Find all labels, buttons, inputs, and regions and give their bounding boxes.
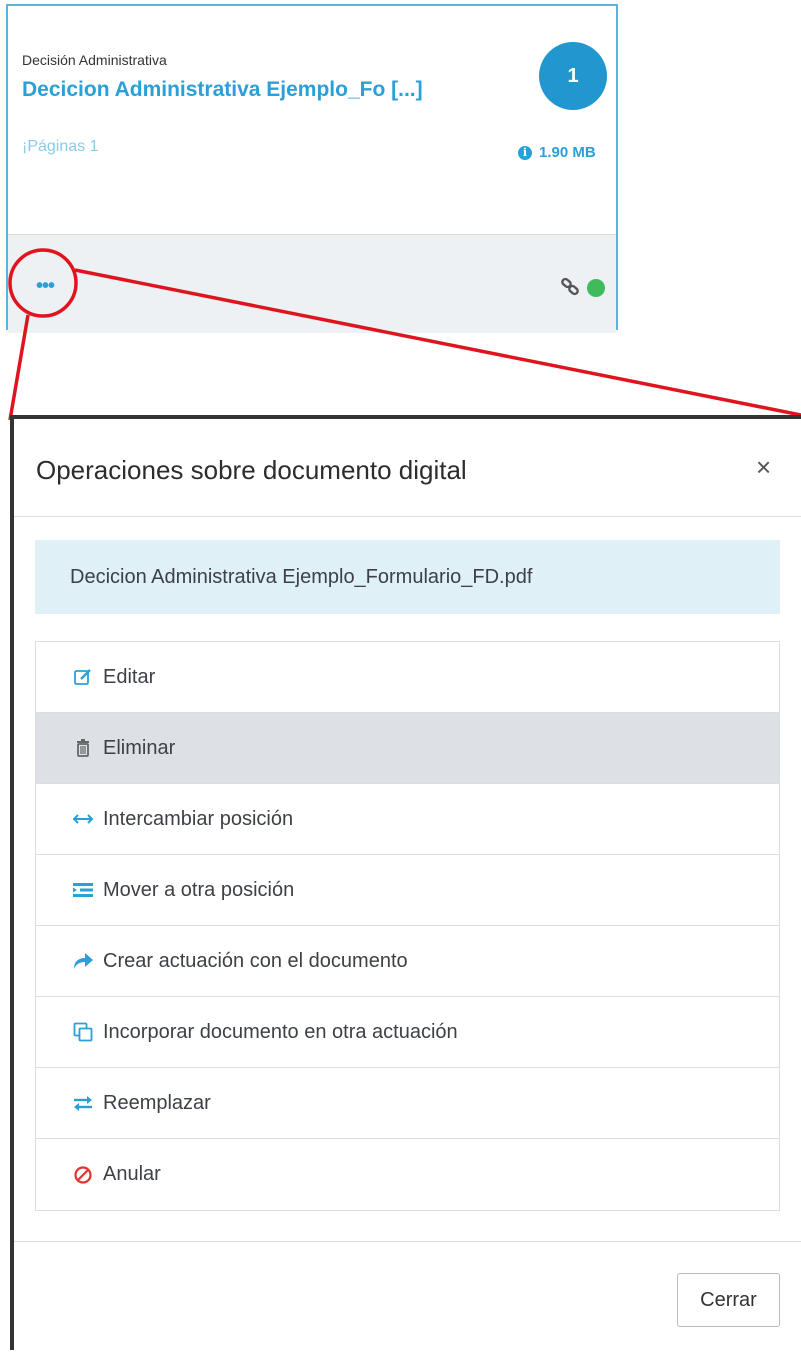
operation-label: Eliminar [103,736,176,759]
operation-eliminar[interactable]: Eliminar [36,713,779,784]
document-order-badge: 1 [539,42,607,110]
operation-label: Anular [103,1163,161,1185]
operations-list: Editar Eliminar Intercambiar posición Mo… [35,641,780,1211]
file-name: Decicion Administrativa Ejemplo_Formular… [70,565,533,588]
document-card[interactable]: Decisión Administrativa Decicion Adminis… [6,4,618,333]
info-icon: i [518,145,532,160]
close-button[interactable]: Cerrar [677,1273,780,1327]
document-pages: ¡Páginas 1 [22,138,99,155]
ban-icon [72,1164,94,1186]
close-icon[interactable]: × [756,452,771,483]
operation-editar[interactable]: Editar [36,642,779,713]
operation-label: Intercambiar posición [103,807,294,830]
modal-footer: Cerrar [14,1241,801,1355]
document-title[interactable]: Decicion Administrativa Ejemplo_Fo [...] [22,78,423,102]
modal-title: Operaciones sobre documento digital [36,455,467,485]
edit-icon [72,666,94,688]
operation-incorporar-documento[interactable]: Incorporar documento en otra actuación [36,997,779,1068]
operation-label: Incorporar documento en otra actuación [103,1020,458,1043]
operations-modal: Operaciones sobre documento digital × De… [10,415,801,1350]
operation-mover-a-otra-posicion[interactable]: Mover a otra posición [36,855,779,926]
copy-icon [72,1021,94,1043]
more-options-button[interactable]: ••• [36,276,55,296]
document-size-value: 1.90 MB [539,144,596,161]
trash-icon [72,737,94,759]
operation-anular[interactable]: Anular [36,1139,779,1210]
operation-label: Mover a otra posición [103,878,295,901]
modal-header: Operaciones sobre documento digital × [14,419,801,517]
document-card-footer: ••• [8,234,616,333]
document-size: i 1.90 MB [518,144,596,161]
indent-icon [72,879,94,901]
operation-intercambiar-posicion[interactable]: Intercambiar posición [36,784,779,855]
document-type-label: Decisión Administrativa [22,52,167,68]
operation-reemplazar[interactable]: Reemplazar [36,1068,779,1139]
operation-label: Reemplazar [103,1091,211,1114]
status-indicator [587,279,605,297]
file-name-banner: Decicion Administrativa Ejemplo_Formular… [35,540,780,614]
operation-label: Crear actuación con el documento [103,949,408,972]
operation-label: Editar [103,665,156,688]
share-arrow-icon [72,950,94,972]
link-icon[interactable] [560,277,580,297]
exchange-icon [72,1092,94,1114]
operation-crear-actuacion[interactable]: Crear actuación con el documento [36,926,779,997]
swap-horizontal-icon [72,808,94,830]
